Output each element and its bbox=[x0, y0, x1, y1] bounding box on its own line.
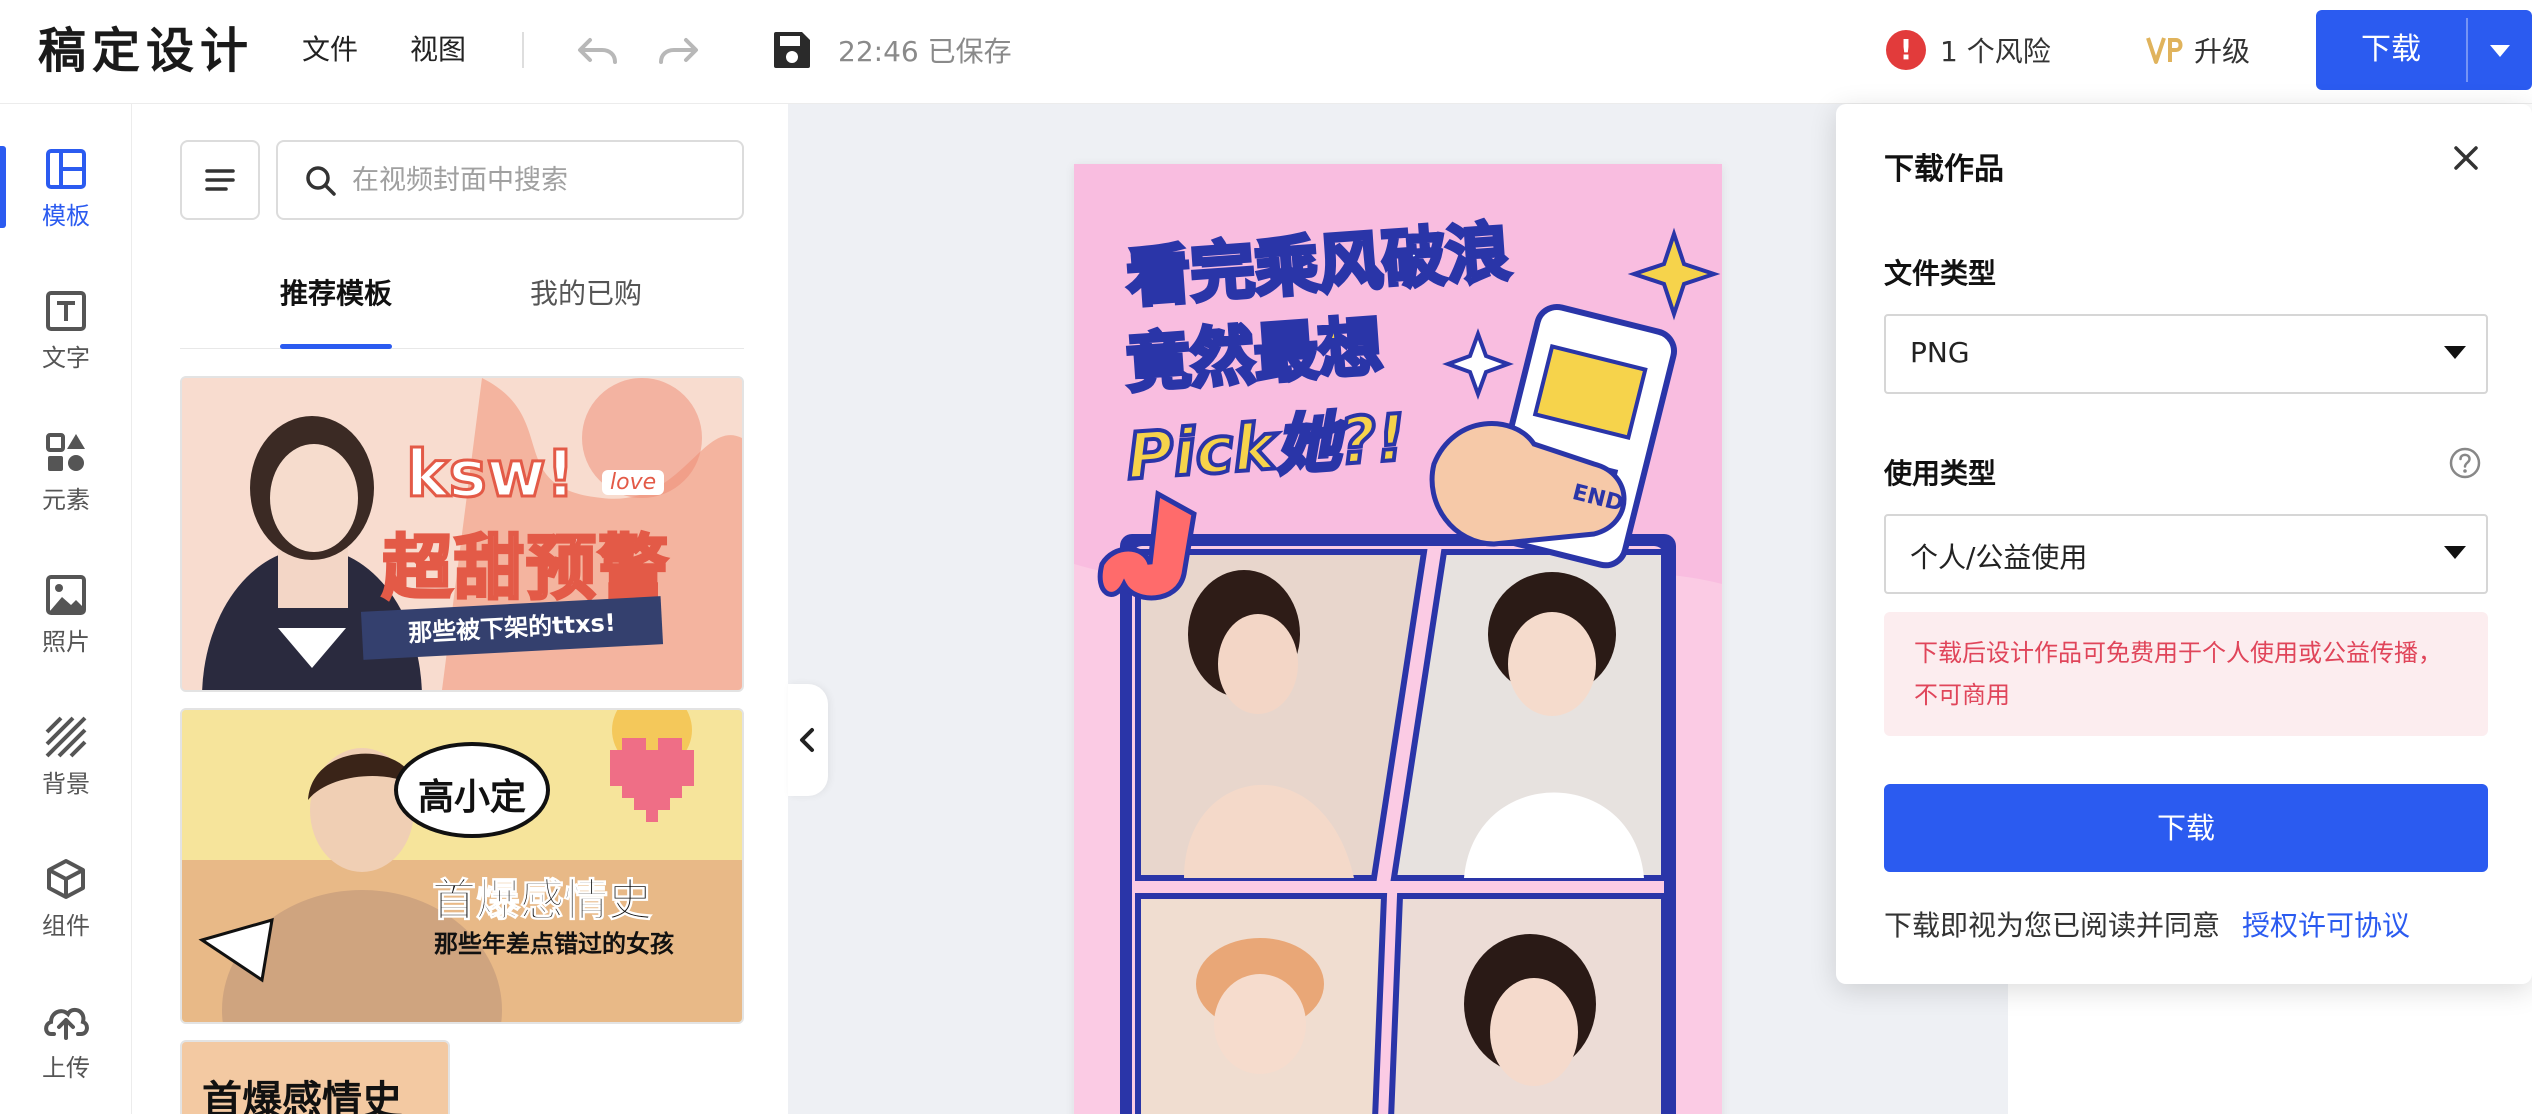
template-title: 首爆感情史 bbox=[202, 1078, 402, 1114]
license-link[interactable]: 授权许可协议 bbox=[2242, 909, 2410, 942]
tab-purchased[interactable]: 我的已购 bbox=[530, 272, 642, 312]
usage-notice: 下载后设计作品可免费用于个人使用或公益传播，不可商用 bbox=[1884, 612, 2488, 736]
poster-headline-2a: 竟然 bbox=[1122, 317, 1259, 404]
template-panel: 推荐模板 我的已购 ksw! 超甜预警 love 那些被下架的ttxs! bbox=[132, 104, 788, 1114]
rail-label: 上传 bbox=[42, 1054, 90, 1082]
poster-artboard[interactable]: 看完乘风破浪 竟然最想 Pick她?! END bbox=[1074, 164, 1722, 1114]
toolbar-divider bbox=[522, 32, 524, 68]
save-icon[interactable] bbox=[770, 28, 814, 72]
rail-label: 文字 bbox=[42, 344, 90, 372]
template-title: 首爆感情史 bbox=[432, 875, 653, 927]
component-icon bbox=[47, 859, 85, 899]
chevron-left-icon bbox=[800, 728, 814, 752]
risk-indicator[interactable]: ! 1 个风险 bbox=[1886, 28, 2051, 72]
redo-icon[interactable] bbox=[654, 26, 704, 76]
template-card[interactable]: 高小定 首爆感情史 那些年差点错过的女孩 bbox=[180, 708, 744, 1024]
template-badge: ksw! bbox=[405, 437, 577, 514]
upgrade-label: 升级 bbox=[2194, 35, 2251, 68]
rail-item-background[interactable]: 背景 bbox=[0, 716, 132, 826]
poster-headline-3[interactable]: Pick她?! bbox=[1122, 386, 1410, 497]
chevron-down-icon[interactable] bbox=[2468, 10, 2532, 90]
file-type-label: 文件类型 bbox=[1884, 257, 1997, 290]
design-canvas[interactable]: 看完乘风破浪 竟然最想 Pick她?! END bbox=[788, 104, 2008, 1114]
search-input[interactable] bbox=[352, 152, 722, 208]
text-icon bbox=[46, 291, 86, 331]
caret-down-icon bbox=[2444, 346, 2466, 359]
rail-item-photos[interactable]: 照片 bbox=[0, 574, 132, 684]
popover-title: 下载作品 bbox=[1884, 152, 2004, 187]
elements-icon bbox=[46, 433, 85, 471]
background-icon bbox=[45, 716, 87, 758]
menu-file[interactable]: 文件 bbox=[302, 30, 358, 70]
rail-item-elements[interactable]: 元素 bbox=[0, 432, 132, 542]
rail-label: 背景 bbox=[42, 770, 90, 798]
risk-text: 1 个风险 bbox=[1940, 35, 2051, 68]
rail-label: 模板 bbox=[42, 202, 90, 230]
filter-list-button[interactable] bbox=[180, 140, 260, 220]
undo-icon[interactable] bbox=[572, 26, 622, 76]
download-popover: 下载作品 文件类型 PNG 使用类型 个人/公益使用 下载后设计作品可免费用于个… bbox=[1836, 104, 2532, 984]
file-type-select[interactable]: PNG bbox=[1884, 314, 2488, 394]
photo-icon bbox=[46, 575, 86, 615]
template-bubble: 高小定 bbox=[418, 777, 527, 818]
template-search bbox=[276, 140, 744, 220]
tab-recommended[interactable]: 推荐模板 bbox=[280, 272, 392, 312]
rail-item-components[interactable]: 组件 bbox=[0, 858, 132, 968]
rail-label: 组件 bbox=[42, 912, 90, 940]
rail-label: 照片 bbox=[42, 628, 90, 656]
top-bar: 稿定设计 文件 视图 22:46 已保存 ! 1 个风险 升级 下载 bbox=[0, 0, 2532, 104]
template-icon bbox=[46, 149, 86, 189]
help-icon[interactable] bbox=[2448, 446, 2482, 480]
header-download-label: 下载 bbox=[2361, 32, 2421, 67]
tab-underline bbox=[280, 344, 392, 349]
rail-label: 元素 bbox=[42, 486, 90, 514]
download-button[interactable]: 下载 bbox=[1884, 784, 2488, 872]
menu-view[interactable]: 视图 bbox=[410, 30, 466, 70]
rail-item-templates[interactable]: 模板 bbox=[0, 148, 132, 258]
poster-headline-2[interactable]: 竟然最想 bbox=[1122, 295, 1387, 405]
app-logo[interactable]: 稿定设计 bbox=[38, 18, 254, 84]
usage-type-value: 个人/公益使用 bbox=[1910, 541, 2088, 574]
save-status: 22:46 已保存 bbox=[838, 35, 1012, 68]
rail-item-upload[interactable]: 上传 bbox=[0, 1000, 132, 1110]
agreement-text: 下载即视为您已阅读并同意 bbox=[1884, 909, 2221, 942]
upload-icon bbox=[44, 1007, 89, 1040]
upgrade-button[interactable]: 升级 bbox=[2146, 28, 2250, 72]
collapse-panel-button[interactable] bbox=[788, 684, 828, 796]
close-icon[interactable] bbox=[2444, 136, 2488, 180]
usage-type-select[interactable]: 个人/公益使用 bbox=[1884, 514, 2488, 594]
caret-down-icon bbox=[2444, 546, 2466, 559]
alert-icon: ! bbox=[1886, 30, 1926, 70]
header-download-button[interactable]: 下载 bbox=[2316, 10, 2532, 90]
poster-headline-2b: 最想 bbox=[1250, 308, 1387, 395]
tab-divider bbox=[180, 348, 744, 349]
menu-lines-icon bbox=[205, 169, 235, 191]
left-nav-rail: 模板 文字 元素 照片 背景 组件 上传 bbox=[0, 104, 132, 1114]
file-type-value: PNG bbox=[1910, 336, 1970, 369]
template-card[interactable]: 首爆感情史 bbox=[180, 1040, 450, 1114]
template-subtitle: 那些年差点错过的女孩 bbox=[434, 930, 674, 958]
template-sticker: love bbox=[602, 470, 665, 495]
usage-type-label: 使用类型 bbox=[1884, 457, 1997, 490]
vip-icon bbox=[2146, 37, 2183, 64]
search-icon bbox=[306, 166, 336, 196]
template-card[interactable]: ksw! 超甜预警 love 那些被下架的ttxs! bbox=[180, 376, 744, 692]
rail-item-text[interactable]: 文字 bbox=[0, 290, 132, 400]
agreement-row: 下载即视为您已阅读并同意 授权许可协议 bbox=[1884, 904, 2410, 944]
